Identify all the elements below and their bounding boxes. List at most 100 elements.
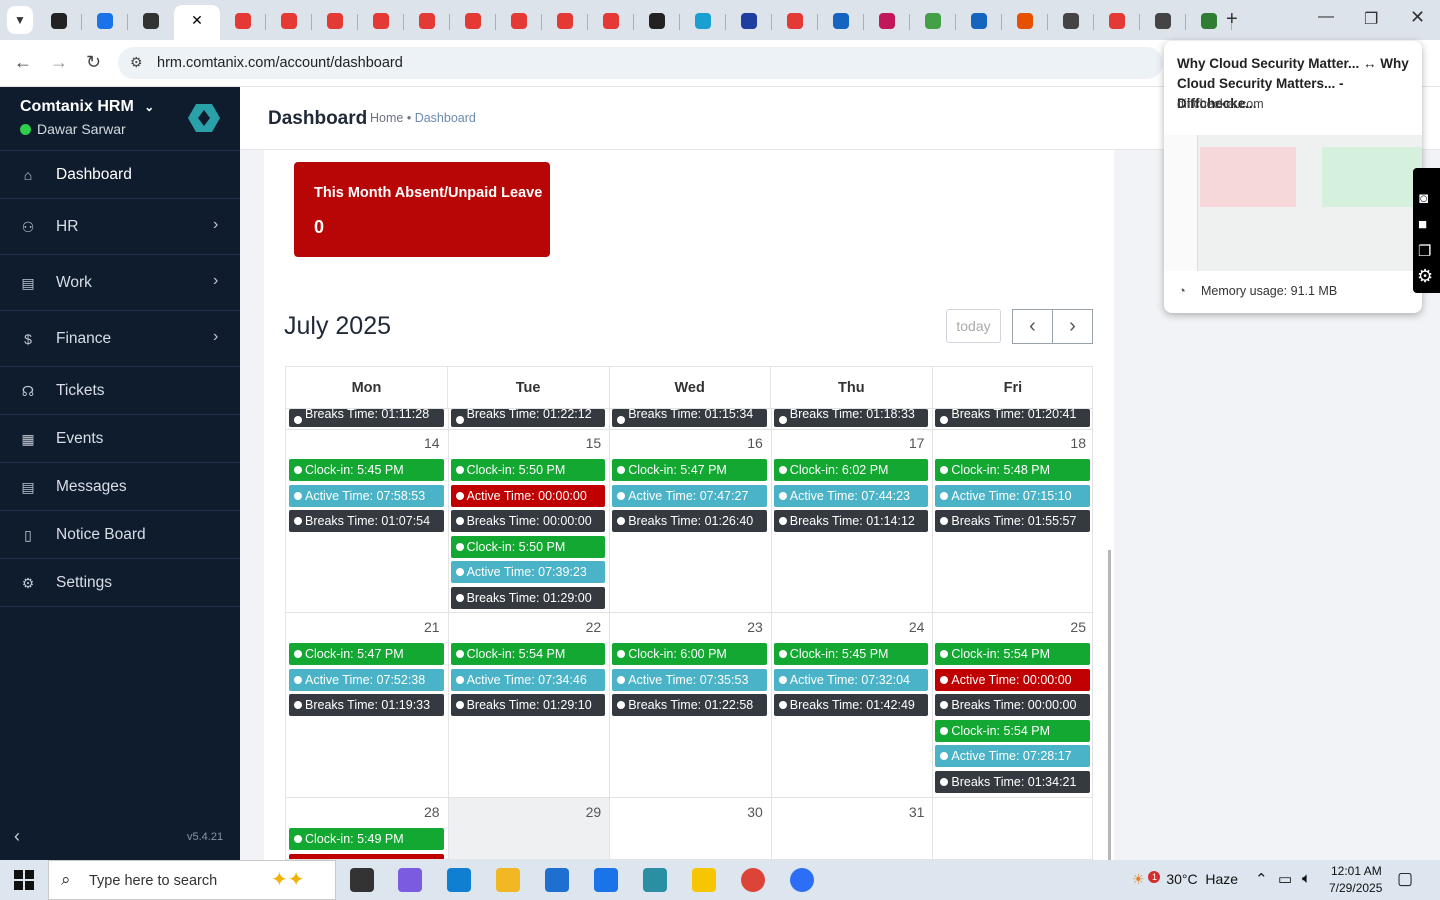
day-number[interactable]: 29	[571, 804, 602, 820]
browser-tab[interactable]: ✕	[174, 5, 220, 40]
day-number[interactable]: 21	[410, 619, 440, 635]
site-info-icon[interactable]: ⚙	[130, 54, 143, 71]
url-field[interactable]: ⚙ hrm.comtanix.com/account/dashboard	[118, 47, 1163, 79]
calendar-event[interactable]: Clock-in: 6:00 PM	[612, 643, 767, 665]
browser-tab[interactable]	[680, 6, 726, 36]
browser-tab[interactable]	[818, 6, 864, 36]
day-number[interactable]: 17	[894, 435, 925, 451]
calendar-event[interactable]: Breaks Time: 01:14:12	[773, 510, 929, 532]
sidebar-item-finance[interactable]: $ Finance ›	[0, 310, 240, 366]
store-icon[interactable]	[545, 868, 569, 892]
sidebar-item-hr[interactable]: ⚇ HR ›	[0, 198, 240, 254]
calendar-event[interactable]: Breaks Time: 01:18:33	[773, 409, 929, 427]
calendar-event[interactable]: Active Time: 07:47:27	[612, 484, 767, 507]
sticky-notes-icon[interactable]	[692, 868, 716, 892]
calendar-event[interactable]: Breaks Time: 01:34:21	[935, 770, 1090, 793]
calendar-event[interactable]: Clock-in: 5:50 PM	[450, 535, 606, 558]
day-number[interactable]: 30	[733, 804, 763, 820]
browser-tab[interactable]	[36, 6, 82, 36]
browser-tab[interactable]	[358, 6, 404, 36]
calendar-event[interactable]: Clock-in: 5:47 PM	[612, 459, 767, 481]
calendar-event[interactable]: Clock-in: 5:54 PM	[450, 643, 606, 665]
calendar-event[interactable]: Active Time: 07:35:53	[612, 668, 767, 691]
calendar-event[interactable]: Breaks Time: 01:20:41	[935, 409, 1090, 427]
calendar-event[interactable]: Active Time: 00:00:00	[450, 484, 606, 507]
calendar-event[interactable]: Clock-in: 5:54 PM	[935, 719, 1090, 742]
browser-tab[interactable]	[726, 6, 772, 36]
close-window-button[interactable]: ✕	[1410, 7, 1425, 28]
calendar-event[interactable]: Clock-in: 5:48 PM	[935, 459, 1090, 481]
day-number[interactable]: 22	[571, 619, 602, 635]
calendar-event[interactable]: Breaks Time: 01:22:58	[612, 694, 767, 716]
back-button[interactable]: ←	[14, 52, 32, 73]
browser-tab[interactable]	[772, 6, 818, 36]
day-number[interactable]: 18	[1056, 435, 1086, 451]
forward-button[interactable]: →	[50, 52, 68, 73]
calendar-event[interactable]: Breaks Time: 01:29:10	[450, 694, 606, 716]
calendar-event[interactable]: Active Time: 07:52:38	[289, 668, 444, 691]
calendar-event[interactable]: Breaks Time: 01:55:57	[935, 510, 1090, 532]
new-tab-button[interactable]: +	[1226, 8, 1238, 31]
calendar-event[interactable]: Clock-in: 5:54 PM	[935, 643, 1090, 665]
file-explorer-icon[interactable]	[496, 868, 520, 892]
browser-tab[interactable]	[220, 6, 266, 36]
browser-tab[interactable]	[1094, 6, 1140, 36]
calendar-event[interactable]: Breaks Time: 01:29:00	[450, 586, 606, 609]
day-number[interactable]: 16	[733, 435, 763, 451]
collapse-sidebar-icon[interactable]: ‹	[14, 826, 20, 847]
browser-tab[interactable]	[450, 6, 496, 36]
day-number[interactable]: 14	[410, 435, 440, 451]
browser-tab[interactable]	[1002, 6, 1048, 36]
notifications-icon[interactable]: ▢	[1397, 869, 1413, 889]
calendar-event[interactable]: Breaks Time: 00:00:00	[450, 510, 606, 532]
browser-tab[interactable]	[1140, 6, 1186, 36]
weather-widget[interactable]: ☀ 1 30°C Haze	[1132, 871, 1238, 888]
calendar-event[interactable]: Active Time: 07:34:46	[450, 668, 606, 691]
calendar-event[interactable]: Active Time: 07:15:10	[935, 484, 1090, 507]
breadcrumb-home[interactable]: Home	[370, 111, 403, 125]
app-logo-icon[interactable]	[188, 102, 220, 134]
browser-tab[interactable]	[910, 6, 956, 36]
clock-time[interactable]: 12:01 AM	[1331, 864, 1382, 878]
minimize-button[interactable]: —	[1318, 8, 1334, 26]
app-icon[interactable]	[643, 868, 667, 892]
day-number[interactable]: 24	[894, 619, 925, 635]
day-number[interactable]: 23	[733, 619, 763, 635]
volume-icon[interactable]: 🔈︎	[1302, 870, 1311, 887]
browser-tab[interactable]	[128, 6, 174, 36]
calendar-event[interactable]: Active Time: 07:58:53	[289, 484, 444, 507]
chrome-icon[interactable]	[741, 868, 765, 892]
calendar-event[interactable]: Clock-in: 5:45 PM	[773, 643, 929, 665]
brand-selector[interactable]: Comtanix HRM ⌄	[20, 98, 154, 116]
sidebar-item-work[interactable]: ▤ Work ›	[0, 254, 240, 310]
calendar-event[interactable]: Clock-in: 5:49 PM	[289, 828, 444, 850]
browser-tab[interactable]	[404, 6, 450, 36]
sidebar-item-tickets[interactable]: ☊ Tickets	[0, 366, 240, 414]
day-number[interactable]: 25	[1056, 619, 1086, 635]
edge-icon[interactable]	[447, 868, 471, 892]
calendar-event[interactable]: Active Time: 00:00:00	[935, 668, 1090, 691]
sidebar-item-dashboard[interactable]: ⌂ Dashboard	[0, 150, 240, 198]
browser-tab[interactable]	[588, 6, 634, 36]
calendar-event[interactable]: Clock-in: 5:47 PM	[289, 643, 444, 665]
window-icon[interactable]: ❐	[1418, 242, 1431, 260]
browser-tab[interactable]	[82, 6, 128, 36]
browser-tab[interactable]	[266, 6, 312, 36]
sidebar-item-messages[interactable]: ▤ Messages	[0, 462, 240, 510]
calendar-event[interactable]: Active Time: 07:44:23	[773, 484, 929, 507]
taskbar-search[interactable]: ⌕ Type here to search ✦✦	[48, 860, 336, 900]
next-month-button[interactable]: ›	[1052, 309, 1093, 344]
sidebar-item-events[interactable]: ▦ Events	[0, 414, 240, 462]
calendar-event[interactable]: Breaks Time: 01:42:49	[773, 694, 929, 716]
prev-month-button[interactable]: ‹	[1012, 309, 1053, 344]
day-number[interactable]: 15	[571, 435, 602, 451]
calendar-event[interactable]: Active Time: 07:39:23	[450, 561, 606, 583]
gear-icon[interactable]: ⚙	[1417, 266, 1433, 287]
browser-tab[interactable]	[312, 6, 358, 36]
sidebar-item-settings[interactable]: ⚙ Settings	[0, 558, 240, 606]
calendar-event[interactable]: Breaks Time: 01:15:34	[612, 409, 767, 427]
calendar-event[interactable]: Breaks Time: 01:19:33	[289, 694, 444, 716]
browser-tab[interactable]	[956, 6, 1002, 36]
zoom-icon[interactable]	[790, 868, 814, 892]
mail-icon[interactable]	[594, 868, 618, 892]
